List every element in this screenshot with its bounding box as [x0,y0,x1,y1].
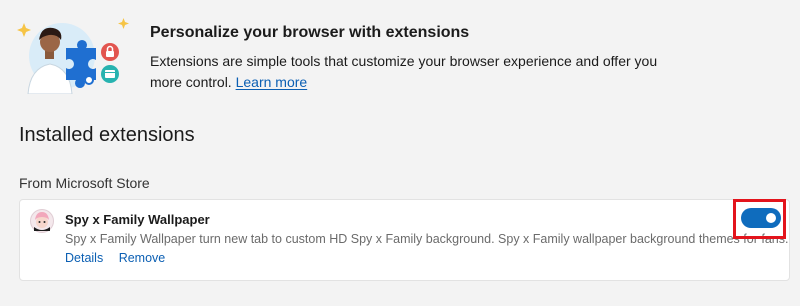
extension-enable-toggle[interactable] [741,208,781,228]
toggle-knob [766,213,776,223]
promo-description-text: Extensions are simple tools that customi… [150,53,658,90]
details-link[interactable]: Details [65,251,103,265]
extension-description: Spy x Family Wallpaper turn new tab to c… [65,232,789,246]
extensions-promo-banner: Personalize your browser with extensions… [0,0,800,110]
installed-extensions-heading: Installed extensions [19,124,195,146]
promo-description: Extensions are simple tools that customi… [150,51,670,93]
microsoft-store-source-label: From Microsoft Store [19,175,150,191]
extension-card: Spy x Family Wallpaper Spy x Family Wall… [19,199,790,281]
spy-x-family-icon [30,209,54,233]
extension-name: Spy x Family Wallpaper [65,212,210,227]
learn-more-link[interactable]: Learn more [236,74,308,90]
extension-actions: Details Remove [65,251,177,265]
remove-link[interactable]: Remove [119,251,166,265]
promo-title: Personalize your browser with extensions [150,24,470,41]
extensions-illustration-icon [17,18,129,94]
